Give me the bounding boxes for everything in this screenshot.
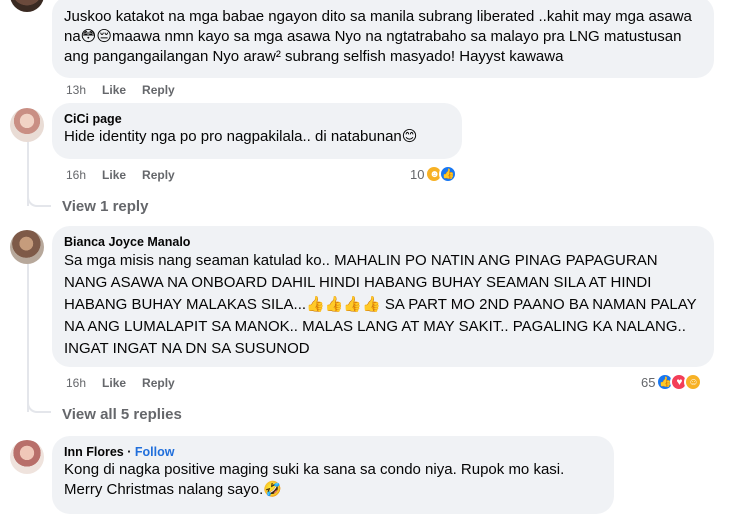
comment-bubble: Juskoo katakot na mga babae ngayon dito … xyxy=(52,0,714,78)
comment-timestamp[interactable]: 16h xyxy=(66,168,86,182)
avatar[interactable] xyxy=(10,0,44,12)
comment-timestamp[interactable]: 13h xyxy=(66,83,86,97)
comment-bubble: Bianca Joyce Manalo Sa mga misis nang se… xyxy=(52,226,714,367)
like-button[interactable]: Like xyxy=(102,168,126,182)
avatar[interactable] xyxy=(10,108,44,142)
reply-button[interactable]: Reply xyxy=(142,168,175,182)
view-replies-link[interactable]: View all 5 replies xyxy=(62,406,182,423)
comment-text: Sa mga misis nang seaman katulad ko.. MA… xyxy=(64,252,697,357)
comment-text: Hide identity nga po pro nagpakilala.. d… xyxy=(64,128,418,145)
reply-button[interactable]: Reply xyxy=(142,83,175,97)
comment-text: Kong di nagka positive maging suki ka sa… xyxy=(64,461,565,498)
avatar[interactable] xyxy=(10,230,44,264)
reaction-summary[interactable]: 10 ☻ 👍 xyxy=(410,165,458,183)
comment-author-name[interactable]: Inn Flores xyxy=(64,445,124,459)
thread-elbow xyxy=(27,396,51,413)
comment-author: Inn Flores · Follow xyxy=(64,445,175,459)
thread-elbow xyxy=(27,190,51,207)
comment-author[interactable]: Bianca Joyce Manalo xyxy=(64,234,702,250)
comment-author[interactable]: CiCi page xyxy=(64,111,450,127)
like-reaction-icon: 👍 xyxy=(439,165,458,183)
like-button[interactable]: Like xyxy=(102,376,126,390)
thread-line xyxy=(27,262,29,412)
comment-actions: 13h Like Reply xyxy=(66,83,175,97)
reaction-count: 10 xyxy=(410,166,425,182)
care-reaction-icon: ☺ xyxy=(684,373,703,391)
reaction-summary[interactable]: 65 👍 ♥ ☺ xyxy=(641,373,703,391)
comment-timestamp[interactable]: 16h xyxy=(66,376,86,390)
comment-bubble: CiCi page Hide identity nga po pro nagpa… xyxy=(52,103,462,159)
comment-bubble: Inn Flores · Follow Kong di nagka positi… xyxy=(52,436,614,514)
avatar[interactable] xyxy=(10,440,44,474)
comment-text: Juskoo katakot na mga babae ngayon dito … xyxy=(64,8,692,65)
reply-button[interactable]: Reply xyxy=(142,376,175,390)
follow-button[interactable]: Follow xyxy=(135,445,175,459)
view-replies-link[interactable]: View 1 reply xyxy=(62,198,148,215)
comment-actions: 16h Like Reply xyxy=(66,376,175,390)
like-button[interactable]: Like xyxy=(102,83,126,97)
reaction-count: 65 xyxy=(641,374,656,390)
comment-actions: 16h Like Reply xyxy=(66,168,175,182)
